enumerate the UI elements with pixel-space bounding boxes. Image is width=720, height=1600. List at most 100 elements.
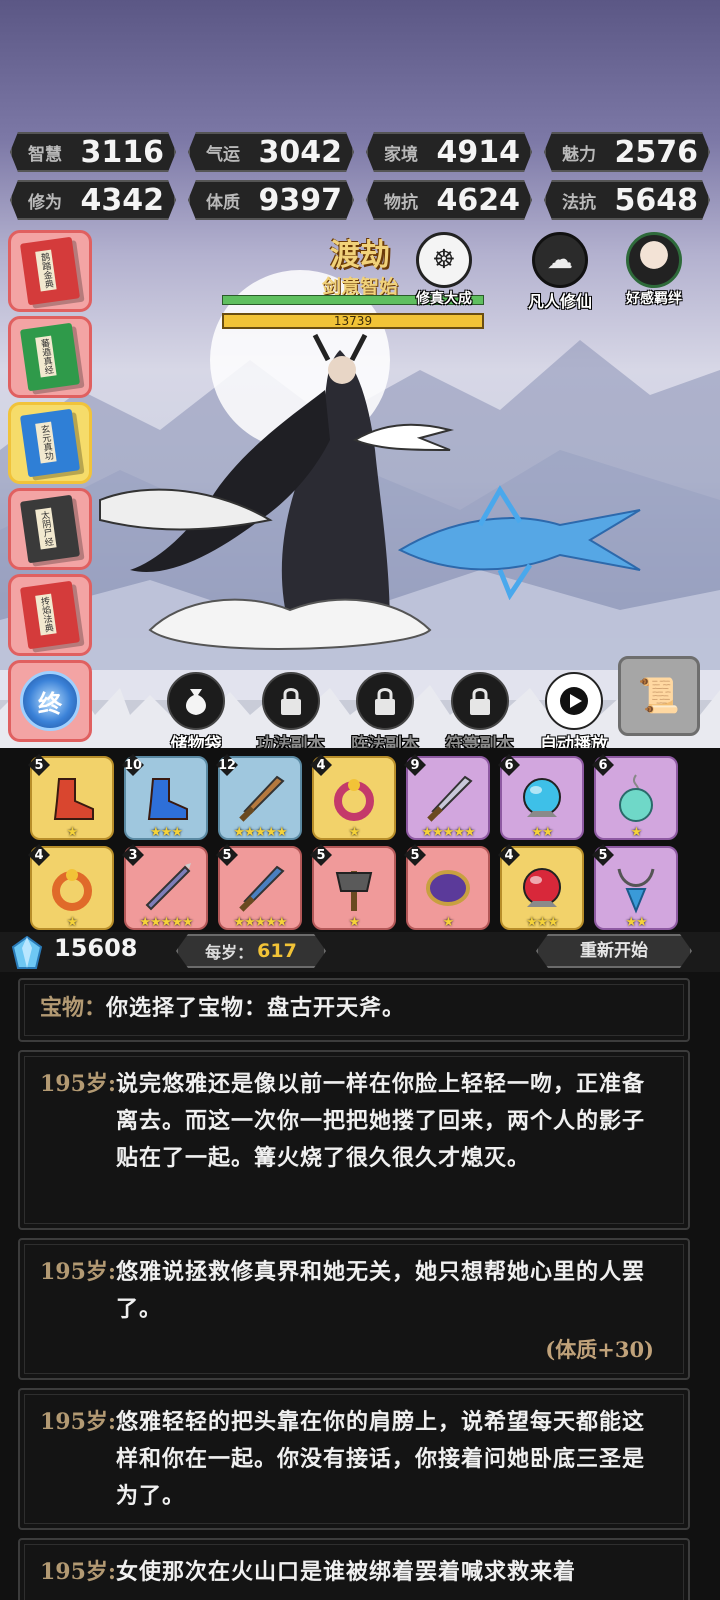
skill-book-4[interactable]: 太阴尸经 [8, 488, 92, 570]
item-stars: ★★★★★ [421, 825, 475, 840]
log-text: 悠雅轻轻的把头靠在你的肩膀上，说希望每天都能这样和你在一起。你没有接话，你接着问… [116, 1409, 646, 1509]
log-bonus: (体质+30) [545, 1337, 654, 1362]
log-text: 悠雅说拯救修真界和她无关，她只想帮她心里的人罢了。 [116, 1259, 646, 1322]
final-skill-button[interactable]: 终 [8, 660, 92, 742]
auto-play-button[interactable]: 自动播放 [528, 672, 620, 755]
item-stars: ★ [348, 915, 361, 930]
stat-value: 4342 [80, 182, 164, 218]
age-value: 617 [257, 940, 297, 962]
mortal-label: 凡人修仙 [528, 292, 593, 311]
spirit-fish-illustration [397, 485, 641, 600]
orb-icon [523, 868, 561, 907]
inventory-grid: 5 ★ 10 ★★★ 12 ★★★★★ 4 ★ 9 ★★★★★ 6 ★★ 6 ★ 4 ★ 3 ★★★★★ 5 ★★★★… [28, 754, 678, 930]
axe-icon [335, 871, 373, 911]
item-stars: ★★★★★ [233, 915, 287, 930]
mortal-cultivation-button[interactable]: ☁ 凡人修仙 [528, 232, 592, 312]
inventory-item[interactable]: 5 ★★★★★ [216, 844, 302, 930]
item-stars: ★★ [625, 915, 647, 930]
spirit-stone-count: 15608 [54, 934, 138, 962]
storage-bag-button[interactable]: 储物袋 [150, 672, 242, 755]
log-text: 女使那次在火山口是谁被绑着罢着喊求救来着 [116, 1559, 577, 1585]
stat-value: 3116 [80, 134, 164, 170]
inventory-item[interactable]: 10 ★★★ [122, 754, 208, 840]
log-entry: 宝物： 你选择了宝物：盘古开天斧。 [18, 978, 690, 1042]
affection-button[interactable]: 好感羁绊 [626, 232, 682, 308]
formation-dungeon-button[interactable]: 阵法副本 [339, 672, 431, 755]
item-stars: ★★ [531, 825, 553, 840]
stat-family: 家境 4914 [366, 132, 532, 172]
log-entry: 195岁: 悠雅轻轻的把头靠在你的肩膀上，说希望每天都能这样和你在一起。你没有接话… [18, 1388, 690, 1530]
spirit-stone-icon [11, 936, 43, 969]
mortal-icon: ☁ [532, 232, 588, 288]
restart-button[interactable]: 重新开始 [536, 934, 692, 968]
lock-icon [356, 672, 414, 730]
inventory-item[interactable]: 5 ★★ [592, 844, 678, 930]
book-icon: 玄元真功 [19, 408, 81, 478]
play-icon [545, 672, 603, 730]
sword-icon [427, 775, 473, 822]
inventory-item[interactable]: 4 ★★★ [498, 844, 584, 930]
log-tag: 195岁: [40, 1409, 117, 1435]
stat-cultivation: 修为 4342 [10, 180, 176, 220]
book-icon: 鹊踏金典 [19, 236, 81, 306]
talisman-dungeon-button[interactable]: 符箓副本 [434, 672, 526, 755]
inventory-item[interactable]: 9 ★★★★★ [404, 754, 490, 840]
skill-book-list: 鹊踏金典 蕃遁真经 玄元真功 太阴尸经 抟焰法典 终 [8, 230, 92, 746]
ring-icon [334, 779, 374, 821]
item-stars: ★★★ [150, 825, 183, 840]
stat-value: 3042 [258, 134, 342, 170]
age-panel: 每岁： 617 [176, 934, 326, 968]
inventory-item[interactable]: 12 ★★★★★ [216, 754, 302, 840]
inventory-item[interactable]: 5 ★ [310, 844, 396, 930]
book-icon: 蕃遁真经 [19, 322, 81, 392]
stat-charm: 魅力 2576 [544, 132, 710, 172]
item-stars: ★ [66, 825, 79, 840]
pendant-icon [619, 774, 653, 822]
item-stars: ★★★ [526, 915, 559, 930]
book-title: 玄元真功 [35, 421, 57, 464]
stat-label: 法抗 [562, 192, 596, 213]
stat-wisdom: 智慧 3116 [10, 132, 176, 172]
inventory-item[interactable]: 3 ★★★★★ [122, 844, 208, 930]
book-title: 鹊踏金典 [35, 249, 57, 292]
log-tag: 宝物： [40, 995, 107, 1021]
inventory-item[interactable]: 5 ★ [404, 844, 490, 930]
stat-value: 4914 [436, 134, 520, 170]
skill-book-5[interactable]: 抟焰法典 [8, 574, 92, 656]
stat-value: 2576 [614, 134, 698, 170]
book-icon: 太阴尸经 [19, 494, 81, 564]
stat-label: 体质 [206, 192, 240, 213]
affection-label: 好感羁绊 [626, 291, 682, 307]
stat-value: 5648 [614, 182, 698, 218]
mirror-icon [426, 870, 470, 906]
necklace-icon [617, 868, 655, 914]
inventory-item[interactable]: 6 ★★ [498, 754, 584, 840]
inventory-item[interactable]: 4 ★ [28, 844, 114, 930]
inventory-item[interactable]: 4 ★ [310, 754, 396, 840]
inventory-item[interactable]: 5 ★ [28, 754, 114, 840]
skill-book-1[interactable]: 鹊踏金典 [8, 230, 92, 312]
log-text: 你选择了宝物：盘古开天斧。 [106, 995, 406, 1021]
item-stars: ★ [630, 825, 643, 840]
item-stars: ★ [66, 915, 79, 930]
book-title: 蕃遁真经 [35, 335, 57, 378]
log-entry: 195岁: 说完悠雅还是像以前一样在你脸上轻轻一吻，正准备离去。而这一次你一把把她… [18, 1050, 690, 1230]
spear-icon [145, 863, 191, 911]
log-entry: 195岁: 悠雅说拯救修真界和她无关，她只想帮她心里的人罢了。 (体质+30) [18, 1238, 690, 1380]
event-log[interactable]: 宝物： 你选择了宝物：盘古开天斧。 195岁: 说完悠雅还是像以前一样在你脸上轻轻一… [0, 972, 720, 1600]
meditate-button[interactable]: ☸ 修真大成 [416, 232, 472, 308]
skill-book-2[interactable]: 蕃遁真经 [8, 316, 92, 398]
stat-label: 家境 [384, 144, 418, 165]
inventory-item[interactable]: 6 ★ [592, 754, 678, 840]
boots-icon [53, 778, 94, 820]
log-tag: 195岁: [40, 1559, 117, 1585]
scroll-log-button[interactable]: 📜 [618, 656, 700, 736]
book-title: 太阴尸经 [35, 507, 57, 550]
stat-label: 气运 [206, 144, 240, 165]
stat-label: 物抗 [384, 192, 418, 213]
lock-icon [450, 672, 509, 730]
skill-book-3[interactable]: 玄元真功 [8, 402, 92, 484]
action-bar: 储物袋 功法副本 阵法副本 符箓副本 自动播放 [150, 672, 620, 755]
skill-dungeon-button[interactable]: 功法副本 [245, 672, 337, 755]
log-entry: 195岁: 女使那次在火山口是谁被绑着罢着喊求救来着 [18, 1538, 690, 1600]
